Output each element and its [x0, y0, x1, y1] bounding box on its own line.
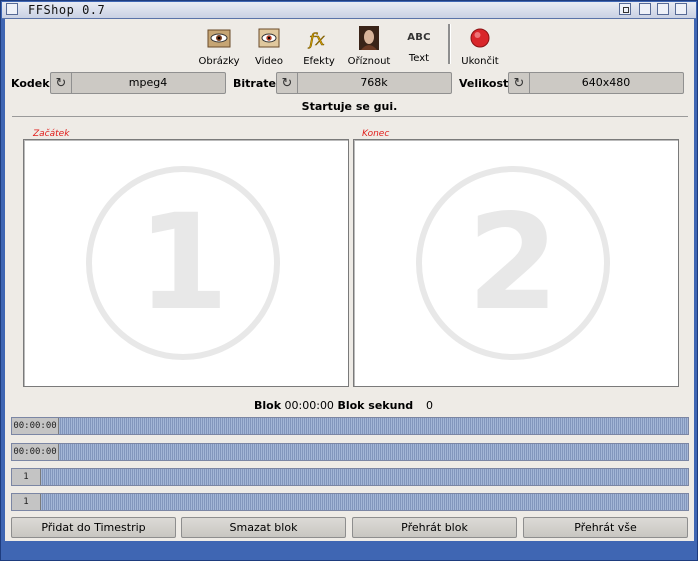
title-bar[interactable]: FFShop 0.7: [2, 2, 696, 19]
toolbar-crop-button[interactable]: Oříznout: [344, 25, 394, 67]
delete-block-button[interactable]: Smazat blok: [181, 517, 346, 538]
images-icon: [207, 29, 231, 48]
toolbar-effects-label: Efekty: [303, 56, 335, 67]
quit-icon: [470, 28, 490, 48]
slider-knob[interactable]: 1: [12, 469, 41, 485]
kodek-cycle[interactable]: ↻ mpeg4: [50, 72, 226, 94]
timeline-end-slider[interactable]: 00:00:00: [11, 443, 689, 461]
bitrate-label: Bitrate: [233, 77, 276, 90]
blok-seconds-value: 0: [426, 399, 433, 412]
cycle-icon: ↻: [509, 73, 530, 93]
zoom-button[interactable]: [657, 3, 669, 15]
toolbar-text-button[interactable]: ABC Text: [394, 25, 444, 64]
cycle-icon: ↻: [51, 73, 72, 93]
start-frame-number: 1: [86, 166, 280, 360]
iconify-button[interactable]: [639, 3, 651, 15]
toolbar-separator: [448, 24, 451, 64]
toolbar-images-button[interactable]: Obrázky: [194, 25, 244, 67]
velikost-label: Velikost: [459, 77, 509, 90]
kodek-label: Kodek: [11, 77, 50, 90]
close-button[interactable]: [619, 3, 631, 15]
status-text: Startuje se gui.: [301, 100, 398, 113]
toolbar-video-button[interactable]: Video: [244, 25, 294, 67]
timeline-start-slider[interactable]: 00:00:00: [11, 417, 689, 435]
bitrate-cycle[interactable]: ↻ 768k: [276, 72, 452, 94]
toolbar-text-label: Text: [408, 53, 430, 64]
velikost-cycle[interactable]: ↻ 640x480: [508, 72, 684, 94]
toolbar-crop-label: Oříznout: [347, 56, 391, 67]
slider-knob[interactable]: 00:00:00: [12, 444, 59, 460]
blok-info: Blok 00:00:00 Blok sekund: [254, 399, 413, 412]
main-area: Obrázky Video fx Efekty Oříznout ABC Tex…: [5, 19, 694, 541]
play-all-button[interactable]: Přehrát vše: [523, 517, 688, 538]
close-icon: [623, 7, 629, 13]
slider-knob[interactable]: 1: [12, 494, 41, 510]
toolbar-video-label: Video: [254, 56, 284, 67]
start-frame-title: Začátek: [33, 129, 70, 139]
blok-seconds-label: Blok sekund: [337, 399, 414, 412]
blok-time: 00:00:00: [284, 399, 334, 412]
kodek-value: mpeg4: [128, 76, 168, 89]
blok-label: Blok: [254, 399, 282, 412]
toolbar-effects-button[interactable]: fx Efekty: [294, 25, 344, 67]
cycle-icon: ↻: [277, 73, 298, 93]
end-frame-preview[interactable]: 2: [353, 139, 679, 387]
add-to-timestrip-button[interactable]: Přidat do Timestrip: [11, 517, 176, 538]
timeline-slider-3[interactable]: 1: [11, 468, 689, 486]
velikost-value: 640x480: [581, 76, 631, 89]
crop-icon: [359, 26, 379, 50]
start-frame-preview[interactable]: 1: [23, 139, 349, 387]
toolbar-quit-label: Ukončit: [461, 56, 499, 67]
video-icon: [258, 28, 280, 48]
end-frame-title: Konec: [362, 129, 390, 139]
app-window: FFShop 0.7 Obrázky Video fx Efekty Ořízn…: [0, 0, 698, 561]
effects-icon: fx: [307, 30, 326, 51]
end-frame-number: 2: [416, 166, 610, 360]
toolbar-quit-button[interactable]: Ukončit: [455, 25, 505, 67]
depth-button[interactable]: [675, 3, 687, 15]
play-block-button[interactable]: Přehrát blok: [352, 517, 517, 538]
timeline-slider-4[interactable]: 1: [11, 493, 689, 511]
bitrate-value: 768k: [360, 76, 388, 89]
toolbar-images-label: Obrázky: [198, 56, 240, 67]
svg-text:fx: fx: [307, 30, 325, 50]
slider-knob[interactable]: 00:00:00: [12, 418, 59, 434]
window-menu-button[interactable]: [6, 3, 18, 15]
text-icon: ABC: [407, 32, 431, 43]
window-title: FFShop 0.7: [28, 3, 106, 17]
